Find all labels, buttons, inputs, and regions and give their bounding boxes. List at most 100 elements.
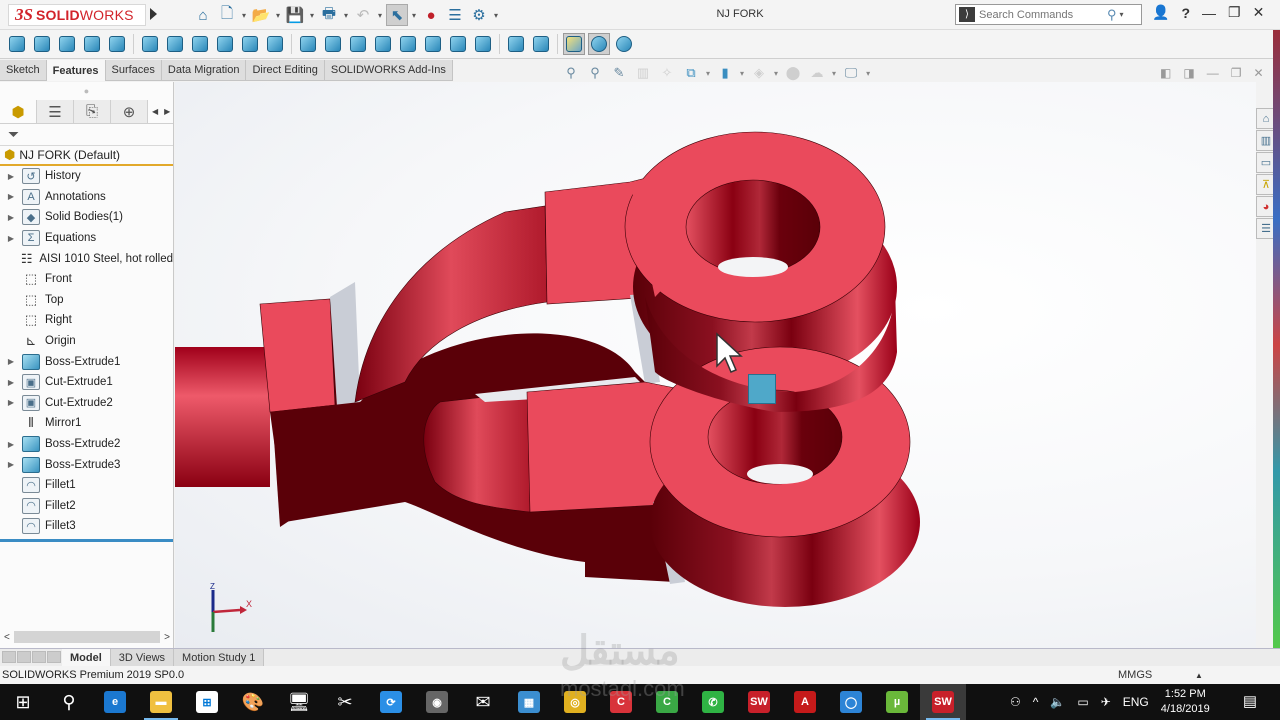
- tree-item-fillet2[interactable]: ◠ Fillet2: [0, 496, 173, 517]
- tree-item-origin[interactable]: ⊾ Origin: [0, 331, 173, 352]
- zoom-to-area-icon[interactable]: ⚲: [586, 64, 604, 82]
- search-icon[interactable]: ⚲: [1107, 7, 1117, 23]
- restore-button[interactable]: ❐: [1228, 4, 1241, 21]
- search-commands-box[interactable]: ⟩ ⚲ ▾: [955, 4, 1142, 25]
- tab-model[interactable]: Model: [62, 649, 111, 666]
- tree-item-solid-bodies-1[interactable]: ▶ ◆ Solid Bodies(1): [0, 207, 173, 228]
- unit-system-arrow-icon[interactable]: ▲: [1195, 671, 1203, 680]
- expand-arrow-icon[interactable]: ▶: [0, 213, 22, 222]
- tab-nav-buttons[interactable]: [0, 650, 62, 665]
- webcam-icon[interactable]: ◉: [414, 684, 460, 720]
- search-button[interactable]: ⚲: [46, 684, 92, 720]
- tree-item-boss-extrude1[interactable]: ▶ Boss-Extrude1: [0, 351, 173, 372]
- volume-icon[interactable]: 🔈: [1050, 695, 1065, 709]
- home-icon[interactable]: ⌂: [192, 4, 214, 26]
- tree-item-history[interactable]: ▶ ↺ History: [0, 166, 173, 187]
- dropdown-arrow-icon[interactable]: ▾: [308, 11, 316, 20]
- dropdown-arrow-icon[interactable]: ▾: [342, 11, 350, 20]
- linear-pattern-icon[interactable]: [322, 33, 344, 55]
- rib-icon[interactable]: [347, 33, 369, 55]
- mirror-icon[interactable]: [472, 33, 494, 55]
- intersect-icon[interactable]: [447, 33, 469, 55]
- viewport-close-button[interactable]: ✕: [1253, 66, 1263, 80]
- lofted-boss-icon[interactable]: [81, 33, 103, 55]
- expand-arrow-icon[interactable]: ▶: [0, 440, 22, 449]
- tab-features[interactable]: Features: [46, 60, 106, 81]
- dropdown-arrow-icon[interactable]: ▾: [866, 69, 870, 78]
- draft-icon[interactable]: [372, 33, 394, 55]
- boundary-boss-icon[interactable]: [106, 33, 128, 55]
- show-hidden-icons-chevron[interactable]: ^: [1033, 695, 1039, 709]
- tab-scroll-right-icon[interactable]: ▶: [164, 107, 170, 116]
- solidworks-logo[interactable]: 3S SOLIDWORKS: [8, 4, 146, 26]
- viewport-restore-button[interactable]: ❐: [1231, 66, 1242, 80]
- shadows-icon[interactable]: [613, 33, 635, 55]
- dropdown-arrow-icon[interactable]: ▾: [240, 11, 248, 20]
- edit-appearance-icon[interactable]: ⬤: [784, 64, 802, 82]
- hide-show-items-icon[interactable]: ◈: [750, 64, 768, 82]
- dropdown-arrow-icon[interactable]: ▾: [492, 11, 500, 20]
- airplane-mode-icon[interactable]: ✈: [1101, 695, 1111, 709]
- display-style-icon[interactable]: ▮: [716, 64, 734, 82]
- revolved-cut-icon[interactable]: [189, 33, 211, 55]
- rebuild-traffic-light-icon[interactable]: ●: [420, 4, 442, 26]
- expand-arrow-icon[interactable]: ▶: [0, 172, 22, 181]
- dropdown-arrow-icon[interactable]: ▾: [832, 69, 836, 78]
- tab-sketch[interactable]: Sketch: [0, 60, 47, 81]
- extruded-boss-icon[interactable]: [6, 33, 28, 55]
- scroll-right-icon[interactable]: >: [164, 632, 170, 643]
- view-settings-icon[interactable]: 🖵: [842, 64, 860, 82]
- camtasia-icon[interactable]: C: [598, 684, 644, 720]
- scroll-left-icon[interactable]: <: [4, 632, 10, 643]
- selection-handle[interactable]: [748, 374, 776, 404]
- input-language[interactable]: ENG: [1123, 695, 1149, 709]
- camtasia-green-icon[interactable]: C: [644, 684, 690, 720]
- paint-icon[interactable]: 🎨: [230, 684, 276, 720]
- action-center-icon[interactable]: ▤: [1240, 692, 1260, 712]
- tree-item-front[interactable]: ⬚ Front: [0, 269, 173, 290]
- configuration-manager-tab[interactable]: ⎘: [74, 100, 111, 123]
- wrap-icon[interactable]: [422, 33, 444, 55]
- print-icon[interactable]: 🖶: [318, 4, 340, 26]
- expand-arrow-icon[interactable]: ▶: [0, 398, 22, 407]
- shell-icon[interactable]: [397, 33, 419, 55]
- rollback-bar[interactable]: [0, 538, 173, 542]
- dropdown-arrow-icon[interactable]: ▾: [706, 69, 710, 78]
- vpn-icon[interactable]: ◯: [828, 684, 874, 720]
- instant3d-icon[interactable]: [563, 33, 585, 55]
- section-view-icon[interactable]: ▥: [634, 64, 652, 82]
- dropdown-arrow-icon[interactable]: ▾: [274, 11, 282, 20]
- dropdown-arrow-icon[interactable]: ▾: [774, 69, 778, 78]
- unit-system[interactable]: MMGS: [1118, 669, 1152, 681]
- expand-arrow-icon[interactable]: ▶: [0, 460, 22, 469]
- control-panel-icon[interactable]: ▦: [506, 684, 552, 720]
- tree-item-cut-extrude1[interactable]: ▶ ▣ Cut-Extrude1: [0, 372, 173, 393]
- people-icon[interactable]: ⚇: [1010, 695, 1021, 709]
- previous-view-icon[interactable]: ✎: [610, 64, 628, 82]
- tab-surfaces[interactable]: Surfaces: [105, 60, 162, 81]
- tab-motion-study-1[interactable]: Motion Study 1: [174, 649, 265, 666]
- utorrent-icon[interactable]: µ: [874, 684, 920, 720]
- search-commands-input[interactable]: [979, 8, 1107, 21]
- user-account-icon[interactable]: 👤: [1152, 4, 1169, 21]
- file-explorer-icon[interactable]: ▬: [138, 684, 184, 720]
- tab-data-migration[interactable]: Data Migration: [161, 60, 247, 81]
- reference-geometry-icon[interactable]: [505, 33, 527, 55]
- panel-grip[interactable]: ●: [0, 82, 173, 100]
- tab-3d-views[interactable]: 3D Views: [110, 649, 175, 666]
- select-pointer-icon[interactable]: ⬉: [386, 4, 408, 26]
- filter-icon[interactable]: ⏷: [0, 124, 173, 146]
- expand-arrow-icon[interactable]: ▶: [0, 192, 22, 201]
- tree-item-top[interactable]: ⬚ Top: [0, 290, 173, 311]
- acrobat-icon[interactable]: A: [782, 684, 828, 720]
- store-icon[interactable]: ⊞: [184, 684, 230, 720]
- dropdown-arrow-icon[interactable]: ▾: [376, 11, 384, 20]
- feature-manager-tab[interactable]: ⬢: [0, 100, 37, 123]
- computer-icon[interactable]: 🖥: [276, 684, 322, 720]
- curves-icon[interactable]: [530, 33, 552, 55]
- tab-scroll-left-icon[interactable]: ◀: [152, 107, 158, 116]
- tree-item-fillet3[interactable]: ◠ Fillet3: [0, 516, 173, 537]
- zoom-to-fit-icon[interactable]: ⚲: [562, 64, 580, 82]
- battery-icon[interactable]: ▭: [1077, 695, 1088, 709]
- hole-wizard-icon[interactable]: [164, 33, 186, 55]
